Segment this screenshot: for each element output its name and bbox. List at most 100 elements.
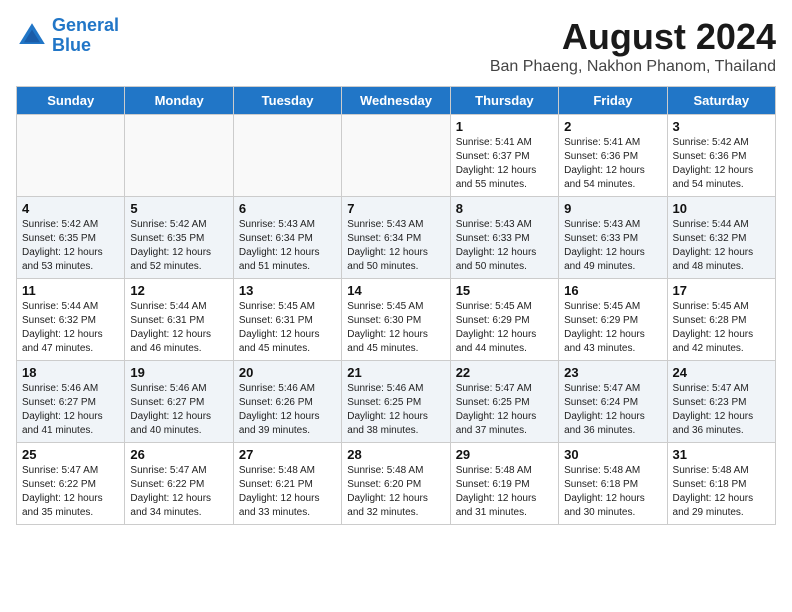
day-info: Sunrise: 5:45 AM Sunset: 6:29 PM Dayligh…	[564, 300, 661, 356]
day-info: Sunrise: 5:46 AM Sunset: 6:25 PM Dayligh…	[347, 382, 444, 438]
day-info: Sunrise: 5:42 AM Sunset: 6:35 PM Dayligh…	[130, 218, 227, 274]
day-info: Sunrise: 5:44 AM Sunset: 6:31 PM Dayligh…	[130, 300, 227, 356]
calendar-cell: 31 Sunrise: 5:48 AM Sunset: 6:18 PM Dayli…	[667, 443, 775, 525]
day-number: 2	[564, 119, 661, 134]
calendar-cell: 10 Sunrise: 5:44 AM Sunset: 6:32 PM Dayli…	[667, 197, 775, 279]
day-number: 21	[347, 365, 444, 380]
day-info: Sunrise: 5:47 AM Sunset: 6:25 PM Dayligh…	[456, 382, 553, 438]
weekday-header-row: SundayMondayTuesdayWednesdayThursdayFrid…	[17, 87, 776, 115]
day-info: Sunrise: 5:46 AM Sunset: 6:27 PM Dayligh…	[130, 382, 227, 438]
calendar-cell: 6 Sunrise: 5:43 AM Sunset: 6:34 PM Daylig…	[233, 197, 341, 279]
calendar-cell	[233, 115, 341, 197]
day-info: Sunrise: 5:43 AM Sunset: 6:34 PM Dayligh…	[239, 218, 336, 274]
day-number: 7	[347, 201, 444, 216]
calendar-cell: 9 Sunrise: 5:43 AM Sunset: 6:33 PM Daylig…	[559, 197, 667, 279]
day-number: 28	[347, 447, 444, 462]
day-number: 26	[130, 447, 227, 462]
calendar-cell: 4Sunrise: 5:42 AM Sunset: 6:35 PM Daylig…	[17, 197, 125, 279]
day-info: Sunrise: 5:45 AM Sunset: 6:29 PM Dayligh…	[456, 300, 553, 356]
calendar-cell: 7 Sunrise: 5:43 AM Sunset: 6:34 PM Daylig…	[342, 197, 450, 279]
calendar-cell	[342, 115, 450, 197]
day-number: 1	[456, 119, 553, 134]
day-info: Sunrise: 5:43 AM Sunset: 6:33 PM Dayligh…	[456, 218, 553, 274]
main-title: August 2024	[490, 16, 776, 58]
day-info: Sunrise: 5:48 AM Sunset: 6:21 PM Dayligh…	[239, 464, 336, 520]
day-number: 20	[239, 365, 336, 380]
calendar-cell: 29 Sunrise: 5:48 AM Sunset: 6:19 PM Dayli…	[450, 443, 558, 525]
calendar-cell: 16 Sunrise: 5:45 AM Sunset: 6:29 PM Dayli…	[559, 279, 667, 361]
day-number: 8	[456, 201, 553, 216]
day-info: Sunrise: 5:43 AM Sunset: 6:34 PM Dayligh…	[347, 218, 444, 274]
day-info: Sunrise: 5:45 AM Sunset: 6:31 PM Dayligh…	[239, 300, 336, 356]
day-number: 6	[239, 201, 336, 216]
day-number: 27	[239, 447, 336, 462]
calendar-cell: 3 Sunrise: 5:42 AM Sunset: 6:36 PM Daylig…	[667, 115, 775, 197]
calendar-cell: 13 Sunrise: 5:45 AM Sunset: 6:31 PM Dayli…	[233, 279, 341, 361]
calendar-cell: 11Sunrise: 5:44 AM Sunset: 6:32 PM Dayli…	[17, 279, 125, 361]
day-info: Sunrise: 5:48 AM Sunset: 6:20 PM Dayligh…	[347, 464, 444, 520]
day-number: 5	[130, 201, 227, 216]
weekday-header-sunday: Sunday	[17, 87, 125, 115]
logo-line1: General	[52, 15, 119, 35]
day-info: Sunrise: 5:47 AM Sunset: 6:23 PM Dayligh…	[673, 382, 770, 438]
day-info: Sunrise: 5:45 AM Sunset: 6:30 PM Dayligh…	[347, 300, 444, 356]
header: General Blue August 2024 Ban Phaeng, Nak…	[16, 16, 776, 76]
logo-text: General Blue	[52, 16, 119, 56]
day-number: 19	[130, 365, 227, 380]
calendar-cell: 27 Sunrise: 5:48 AM Sunset: 6:21 PM Dayli…	[233, 443, 341, 525]
day-info: Sunrise: 5:48 AM Sunset: 6:18 PM Dayligh…	[673, 464, 770, 520]
weekday-header-friday: Friday	[559, 87, 667, 115]
calendar-table: SundayMondayTuesdayWednesdayThursdayFrid…	[16, 86, 776, 525]
calendar-cell: 5 Sunrise: 5:42 AM Sunset: 6:35 PM Daylig…	[125, 197, 233, 279]
day-number: 15	[456, 283, 553, 298]
day-info: Sunrise: 5:46 AM Sunset: 6:26 PM Dayligh…	[239, 382, 336, 438]
calendar-cell: 23Sunrise: 5:47 AM Sunset: 6:24 PM Dayli…	[559, 361, 667, 443]
calendar-cell: 20 Sunrise: 5:46 AM Sunset: 6:26 PM Dayli…	[233, 361, 341, 443]
calendar-cell: 19 Sunrise: 5:46 AM Sunset: 6:27 PM Dayli…	[125, 361, 233, 443]
day-number: 31	[673, 447, 770, 462]
week-row-3: 11Sunrise: 5:44 AM Sunset: 6:32 PM Dayli…	[17, 279, 776, 361]
day-number: 9	[564, 201, 661, 216]
calendar-cell	[125, 115, 233, 197]
day-number: 16	[564, 283, 661, 298]
calendar-cell: 1Sunrise: 5:41 AM Sunset: 6:37 PM Daylig…	[450, 115, 558, 197]
day-info: Sunrise: 5:47 AM Sunset: 6:22 PM Dayligh…	[130, 464, 227, 520]
day-number: 18	[22, 365, 119, 380]
logo: General Blue	[16, 16, 119, 56]
day-info: Sunrise: 5:48 AM Sunset: 6:19 PM Dayligh…	[456, 464, 553, 520]
weekday-header-tuesday: Tuesday	[233, 87, 341, 115]
day-number: 24	[673, 365, 770, 380]
weekday-header-saturday: Saturday	[667, 87, 775, 115]
day-info: Sunrise: 5:41 AM Sunset: 6:36 PM Dayligh…	[564, 136, 661, 192]
day-info: Sunrise: 5:44 AM Sunset: 6:32 PM Dayligh…	[673, 218, 770, 274]
calendar-cell: 22 Sunrise: 5:47 AM Sunset: 6:25 PM Dayli…	[450, 361, 558, 443]
week-row-2: 4Sunrise: 5:42 AM Sunset: 6:35 PM Daylig…	[17, 197, 776, 279]
day-number: 10	[673, 201, 770, 216]
day-info: Sunrise: 5:42 AM Sunset: 6:36 PM Dayligh…	[673, 136, 770, 192]
day-number: 13	[239, 283, 336, 298]
day-info: Sunrise: 5:43 AM Sunset: 6:33 PM Dayligh…	[564, 218, 661, 274]
day-number: 3	[673, 119, 770, 134]
day-number: 22	[456, 365, 553, 380]
day-info: Sunrise: 5:45 AM Sunset: 6:28 PM Dayligh…	[673, 300, 770, 356]
calendar-cell: 15 Sunrise: 5:45 AM Sunset: 6:29 PM Dayli…	[450, 279, 558, 361]
day-number: 11	[22, 283, 119, 298]
subtitle: Ban Phaeng, Nakhon Phanom, Thailand	[490, 58, 776, 76]
day-info: Sunrise: 5:47 AM Sunset: 6:22 PM Dayligh…	[22, 464, 119, 520]
day-number: 17	[673, 283, 770, 298]
logo-icon	[16, 20, 48, 52]
title-area: August 2024 Ban Phaeng, Nakhon Phanom, T…	[490, 16, 776, 76]
weekday-header-monday: Monday	[125, 87, 233, 115]
week-row-5: 25Sunrise: 5:47 AM Sunset: 6:22 PM Dayli…	[17, 443, 776, 525]
calendar-cell: 25Sunrise: 5:47 AM Sunset: 6:22 PM Dayli…	[17, 443, 125, 525]
weekday-header-wednesday: Wednesday	[342, 87, 450, 115]
day-info: Sunrise: 5:47 AM Sunset: 6:24 PM Dayligh…	[564, 382, 661, 438]
week-row-1: 1Sunrise: 5:41 AM Sunset: 6:37 PM Daylig…	[17, 115, 776, 197]
calendar-cell: 28 Sunrise: 5:48 AM Sunset: 6:20 PM Dayli…	[342, 443, 450, 525]
day-number: 12	[130, 283, 227, 298]
week-row-4: 18 Sunrise: 5:46 AM Sunset: 6:27 PM Dayli…	[17, 361, 776, 443]
day-number: 29	[456, 447, 553, 462]
weekday-header-thursday: Thursday	[450, 87, 558, 115]
day-number: 30	[564, 447, 661, 462]
calendar-cell: 24 Sunrise: 5:47 AM Sunset: 6:23 PM Dayli…	[667, 361, 775, 443]
